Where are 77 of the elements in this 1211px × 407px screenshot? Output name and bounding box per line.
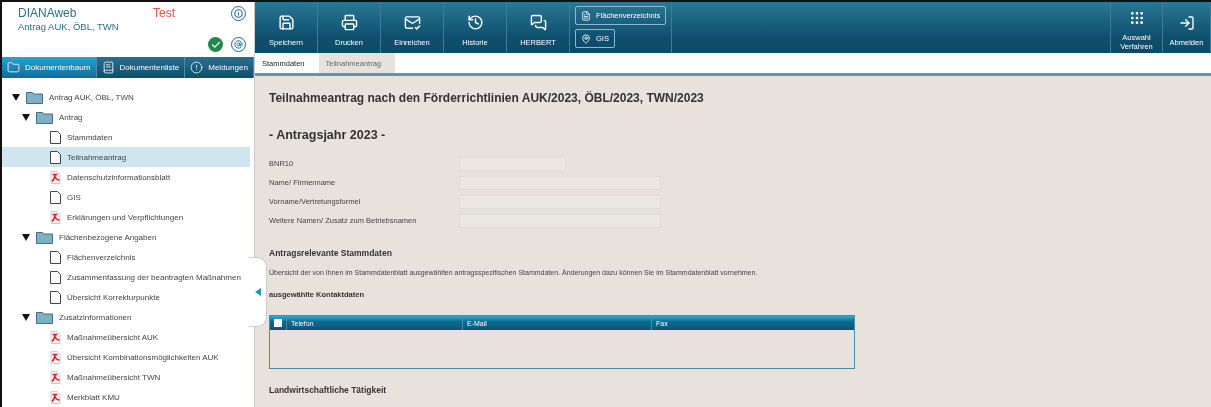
document-icon bbox=[50, 150, 61, 164]
tree-item-label: GIS bbox=[67, 192, 81, 202]
printer-icon bbox=[340, 14, 358, 32]
tree-item-label: Maßnahmeübersicht TWN bbox=[67, 372, 161, 382]
pdf-file-icon bbox=[50, 210, 61, 224]
tree-item[interactable]: Zusatzinformationen bbox=[2, 307, 250, 327]
info-icon[interactable] bbox=[231, 6, 246, 21]
tree-item-label: Stammdaten bbox=[67, 132, 113, 142]
document-icon bbox=[50, 190, 61, 204]
pdf-file-icon bbox=[50, 390, 61, 404]
app-name: DIANAweb bbox=[18, 6, 78, 21]
logout-icon bbox=[1178, 14, 1195, 31]
folder-icon bbox=[7, 61, 20, 75]
tree-item[interactable]: Stammdaten bbox=[2, 127, 250, 147]
sidebar-tab[interactable]: Meldungen bbox=[185, 57, 254, 78]
form-title: Teilnahmeantrag nach den Förderrichtlinien AUK/2023, ÖBL/2023, TWN/2023 bbox=[269, 91, 705, 105]
expanded-caret-icon[interactable] bbox=[22, 113, 30, 121]
tree-item[interactable]: Datenschutzinformationsblatt bbox=[2, 167, 250, 187]
tree-item[interactable]: Teilnahmeantrag bbox=[2, 147, 250, 167]
tree-item-label: Flächenbezogene Angaben bbox=[59, 232, 157, 242]
tree-item[interactable]: Übersicht Korrekturpunkte bbox=[2, 287, 250, 307]
tree-item-label: Maßnahmeübersicht AUK bbox=[67, 332, 159, 342]
tree-item[interactable]: Antrag bbox=[2, 107, 250, 127]
folder-icon bbox=[36, 230, 53, 244]
section-heading: Landwirtschaftliche Tätigkeit bbox=[269, 385, 388, 395]
tree-item-label: Zusammenfassung der beantragten Maßnahmen bbox=[67, 272, 241, 282]
tree-item-label: Merkblatt KMU bbox=[67, 392, 120, 402]
chat-bubbles-icon bbox=[529, 14, 547, 32]
sidebar-tab[interactable]: Dokumentenbaum bbox=[2, 57, 97, 78]
tree-item[interactable]: Zusammenfassung der beantragten Maßnahmen bbox=[2, 267, 250, 287]
tree-item[interactable]: GIS bbox=[2, 187, 250, 207]
tree-item-label: Zusatzinformationen bbox=[59, 312, 132, 322]
tree-item[interactable]: Merkblatt KMU bbox=[2, 387, 250, 407]
tree-item-label: Datenschutzinformationsblatt bbox=[67, 172, 171, 182]
tree-item[interactable]: Maßnahmeübersicht AUK bbox=[2, 327, 250, 347]
expanded-caret-icon[interactable] bbox=[22, 313, 30, 321]
pdf-file-icon bbox=[50, 370, 61, 384]
sidebar-tab[interactable]: Dokumentenliste bbox=[96, 57, 186, 78]
pdf-file-icon bbox=[50, 330, 61, 344]
tree-item[interactable]: Übersicht Kombinationsmöglichkeiten AUK bbox=[2, 347, 250, 367]
grid-icon bbox=[1128, 10, 1145, 27]
document-icon bbox=[50, 250, 61, 264]
tree-item[interactable]: Flächenverzeichnis bbox=[2, 247, 250, 267]
tree-item[interactable]: Antrag AUK, ÖBL, TWN bbox=[2, 87, 250, 107]
tree-item[interactable]: Flächenbezogene Angaben bbox=[2, 227, 250, 247]
tree-item-label: Antrag AUK, ÖBL, TWN bbox=[49, 92, 134, 102]
document-icon bbox=[581, 10, 591, 21]
document-icon bbox=[50, 290, 61, 304]
map-pin-icon bbox=[581, 33, 591, 44]
tree-item-label: Übersicht Korrekturpunkte bbox=[67, 292, 160, 302]
document-icon bbox=[50, 270, 61, 284]
expanded-caret-icon[interactable] bbox=[12, 93, 20, 101]
history-icon bbox=[466, 14, 484, 32]
collapse-sidebar-handle[interactable] bbox=[249, 257, 267, 327]
environment-label: Test bbox=[153, 6, 176, 21]
select-all-checkbox[interactable] bbox=[274, 319, 282, 327]
tree-item-label: Übersicht Kombinationsmöglichkeiten AUK bbox=[67, 352, 219, 362]
tree-item-label: Teilnahmeantrag bbox=[67, 152, 127, 162]
expanded-caret-icon[interactable] bbox=[22, 233, 30, 241]
tree-item[interactable]: Maßnahmeübersicht TWN bbox=[2, 367, 250, 387]
pdf-file-icon bbox=[50, 350, 61, 364]
tree-item-label: Erklärungen und Verpflichtungen bbox=[67, 212, 184, 222]
application-subtitle: Antrag AUK, ÖBL, TWN bbox=[18, 21, 120, 32]
section-heading: Antragsrelevante Stammdaten bbox=[269, 248, 393, 258]
tree-item[interactable]: Erklärungen und Verpflichtungen bbox=[2, 207, 250, 227]
envelope-icon bbox=[403, 14, 421, 32]
tree-item-label: Flächenverzeichnis bbox=[67, 252, 136, 262]
check-icon bbox=[208, 37, 223, 53]
folder-icon bbox=[26, 90, 43, 104]
pdf-file-icon bbox=[50, 170, 61, 184]
year-heading: - Antragsjahr 2023 - bbox=[269, 128, 387, 142]
tree-item-label: Antrag bbox=[59, 112, 83, 122]
folder-icon bbox=[36, 110, 53, 124]
folder-icon bbox=[36, 310, 53, 324]
alert-icon bbox=[190, 61, 204, 75]
list-icon bbox=[101, 61, 115, 75]
document-icon bbox=[50, 130, 61, 144]
